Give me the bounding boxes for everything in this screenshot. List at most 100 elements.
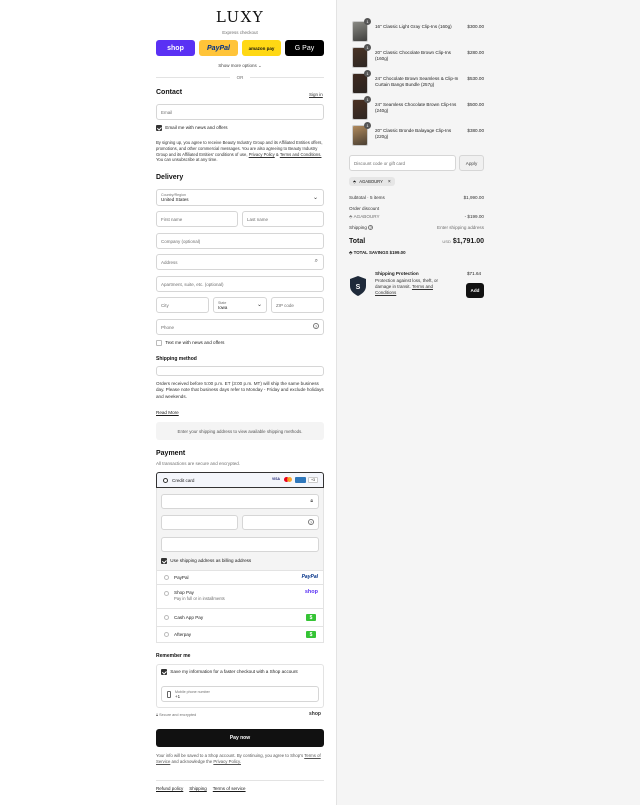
apply-button[interactable]: Apply xyxy=(459,155,484,171)
add-protection-button[interactable]: Add xyxy=(466,283,484,298)
shop-pay-button[interactable]: shop xyxy=(156,40,195,56)
shop-pay-option[interactable]: Shop Pay Pay in full or in installments sh… xyxy=(156,585,324,609)
product-name: 24" Chocolate Brown Seamless & Clip-In C… xyxy=(375,76,459,87)
billing-same-checkbox[interactable]: Use shipping address as billing address xyxy=(161,558,251,564)
amazon-pay-label: amazon pay xyxy=(248,45,275,51)
shop-pay-option-label: Shop Pay xyxy=(174,590,194,595)
paypal-option-label: PayPal xyxy=(174,575,189,580)
expiration-input[interactable] xyxy=(161,515,238,530)
consent-amp: & xyxy=(275,151,279,157)
shop-privacy-link[interactable]: Privacy Policy. xyxy=(213,759,241,764)
terms-link[interactable]: Terms and Conditions. xyxy=(280,152,322,157)
cart-item: 1 24" Seamless Chocolate Brown Clip-Ins (… xyxy=(349,96,484,122)
lock-icon: 🔒︎ xyxy=(310,498,313,504)
protection-price: $71.64 xyxy=(467,271,482,276)
state-select[interactable]: State Iowa ⌄ xyxy=(213,297,267,313)
radio-icon xyxy=(164,632,169,637)
afterpay-option[interactable]: Afterpay $ xyxy=(156,627,324,643)
shipping-method-heading: Shipping method xyxy=(156,356,197,362)
pay-now-button[interactable]: Pay now xyxy=(156,729,324,747)
read-more-link[interactable]: Read More xyxy=(156,410,179,415)
discount-code-input[interactable]: Discount code or gift card xyxy=(349,155,456,171)
remember-me-heading: Remember me xyxy=(156,653,191,659)
credit-card-option[interactable]: Credit card VISA +3 xyxy=(156,472,324,488)
name-on-card-input[interactable] xyxy=(161,537,319,552)
text-news-checkbox[interactable]: Text me with news and offers xyxy=(156,340,224,346)
more-cards-badge: +3 xyxy=(308,477,318,483)
brand-logo[interactable]: LUXY xyxy=(156,8,324,26)
city-input[interactable]: City xyxy=(156,297,209,313)
savings-label: TOTAL SAVINGS xyxy=(353,250,389,255)
checkbox-unchecked-icon xyxy=(156,340,162,346)
paypal-logo-icon: PayPal xyxy=(301,574,318,580)
quantity-badge: 1 xyxy=(364,96,371,103)
show-more-options-link[interactable]: Show more options ⌄ xyxy=(156,63,324,69)
last-name-input[interactable]: Last name xyxy=(242,211,324,227)
help-icon[interactable]: ? xyxy=(368,225,374,230)
search-icon: ⌕ xyxy=(314,258,318,264)
sign-in-link[interactable]: Sign in xyxy=(309,92,323,97)
shop-logo-icon: shop xyxy=(304,589,318,595)
quantity-badge: 1 xyxy=(364,122,371,129)
shop-pay-sub: Pay in full or in installments xyxy=(174,596,225,601)
save-info-label: Save my information for a faster checkou… xyxy=(170,669,298,675)
quantity-badge: 1 xyxy=(364,18,371,25)
product-name: 20" Classic Bronde Balayage Clip-Ins (22… xyxy=(375,128,452,139)
shop-logo: shop xyxy=(309,711,321,717)
cash-app-pay-option[interactable]: Cash App Pay $ xyxy=(156,609,324,627)
remove-code-icon[interactable]: × xyxy=(388,179,391,185)
product-price: $530.00 xyxy=(467,76,484,81)
shipping-placeholder: Enter your shipping address to view avai… xyxy=(156,422,324,440)
terms-of-service-link[interactable]: Terms of service xyxy=(213,786,246,791)
footer-links: Refund policy Shipping Terms of service xyxy=(156,786,246,791)
zip-input[interactable]: ZIP code xyxy=(271,297,324,313)
mobile-phone-input[interactable]: Mobile phone number +1 xyxy=(161,686,319,702)
payment-subtitle: All transactions are secure and encrypte… xyxy=(156,461,241,466)
refund-policy-link[interactable]: Refund policy xyxy=(156,786,183,791)
product-price: $500.00 xyxy=(467,102,484,107)
company-input[interactable]: Company (optional) xyxy=(156,233,324,249)
shipping-note: Orders received before 5:00 p.m. ET (3:0… xyxy=(156,381,324,399)
address-input[interactable]: Address ⌕ xyxy=(156,254,324,270)
amazon-pay-button[interactable]: amazon pay xyxy=(242,40,281,56)
google-pay-button[interactable]: G Pay xyxy=(285,40,324,56)
paypal-option[interactable]: PayPal PayPal xyxy=(156,571,324,585)
email-input[interactable]: Email xyxy=(156,104,324,120)
apartment-input[interactable]: Apartment, suite, etc. (optional) xyxy=(156,276,324,292)
help-icon[interactable]: ? xyxy=(308,519,314,525)
first-name-input[interactable]: First name xyxy=(156,211,238,227)
cart-item: 1 20" Classic Chocolate Brown Clip-Ins (1… xyxy=(349,44,484,70)
discount-code-label: ⬘ AGABOURY xyxy=(349,214,380,220)
phone-input[interactable]: Phone? xyxy=(156,319,324,335)
show-more-label: Show more options xyxy=(218,63,257,68)
privacy-policy-link[interactable]: Privacy Policy xyxy=(249,152,275,157)
shipping-method-field[interactable] xyxy=(156,366,324,376)
tag-icon: ⬘ xyxy=(353,179,357,184)
disclaimer-text: Your info will be saved to a Shop accoun… xyxy=(156,753,304,758)
address-placeholder: Address xyxy=(161,259,178,265)
product-name: 20" Classic Chocolate Brown Clip-Ins (16… xyxy=(375,50,451,61)
applied-code-tag: ⬘ AGABOURY × xyxy=(349,177,395,186)
svg-text:S: S xyxy=(356,284,361,291)
help-icon[interactable]: ? xyxy=(313,323,319,329)
shipping-link[interactable]: Shipping xyxy=(189,786,207,791)
email-news-checkbox[interactable]: Email me with news and offers xyxy=(156,125,228,131)
country-select[interactable]: Country/Region United States ⌄ xyxy=(156,189,324,206)
mastercard-icon xyxy=(283,477,293,483)
discount-code-row: ⬘ AGABOURY - $199.00 xyxy=(349,214,484,220)
card-number-input[interactable]: 🔒︎ xyxy=(161,494,319,509)
paypal-label: PayPal xyxy=(207,44,230,52)
subtotal-value: $1,990.00 xyxy=(463,195,484,200)
disclaimer-and: and acknowledge the xyxy=(171,758,213,764)
cash-app-icon: $ xyxy=(306,614,316,621)
afterpay-label: Afterpay xyxy=(174,632,192,637)
billing-same-label: Use shipping address as billing address xyxy=(170,558,252,564)
disclaimer: Your info will be saved to a Shop accoun… xyxy=(156,753,324,765)
save-info-checkbox[interactable]: Save my information for a faster checkou… xyxy=(161,669,298,675)
footer-divider xyxy=(156,780,324,781)
protection-desc: Protection against loss, theft, or damag… xyxy=(375,278,447,295)
security-code-input[interactable]: ? xyxy=(242,515,319,530)
quantity-badge: 1 xyxy=(364,70,371,77)
mobile-label: Mobile phone number xyxy=(175,689,210,694)
paypal-button[interactable]: PayPal xyxy=(199,40,238,56)
